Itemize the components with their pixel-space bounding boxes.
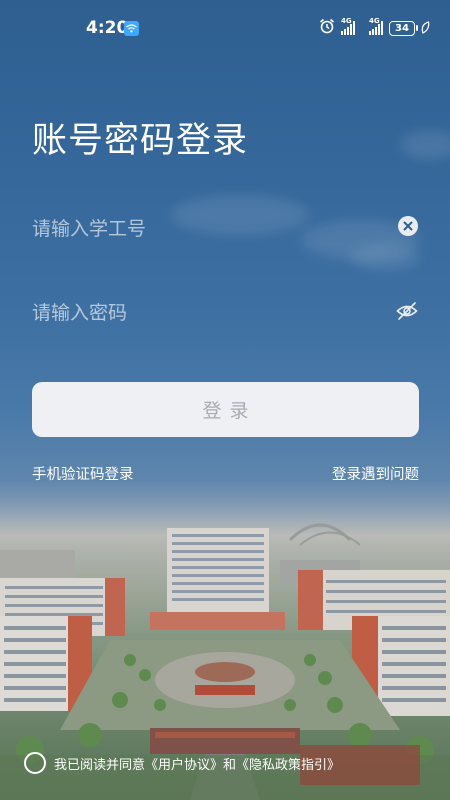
network-type: 4G: [369, 17, 380, 25]
network-type: 4G: [341, 17, 352, 25]
leaf-icon: [421, 19, 430, 38]
agreement-row: 我已阅读并同意 《用户协议》 和 《隐私政策指引》: [24, 751, 340, 775]
eye-off-icon[interactable]: [396, 301, 420, 321]
cloud-decoration: [400, 130, 450, 160]
battery-level: 34: [395, 22, 409, 34]
page-title: 账号密码登录: [32, 121, 249, 161]
sms-login-link[interactable]: 手机验证码登录: [32, 463, 134, 484]
wifi-icon: [124, 21, 139, 36]
signal-icon: 4G: [369, 17, 383, 35]
login-button[interactable]: 登录: [32, 382, 419, 437]
alarm-icon: [319, 18, 335, 38]
status-indicators: 4G 4G 34: [319, 17, 430, 38]
account-input[interactable]: [32, 209, 372, 249]
privacy-policy-link[interactable]: 《隐私政策指引》: [236, 754, 340, 773]
agreement-prefix: 我已阅读并同意: [54, 757, 146, 773]
agreement-checkbox[interactable]: [24, 752, 46, 774]
account-field: [32, 209, 420, 249]
user-agreement-link[interactable]: 《用户协议》: [145, 754, 223, 773]
signal-icon: 4G: [341, 17, 355, 35]
password-input[interactable]: [32, 293, 372, 333]
agreement-conjunction: 和: [223, 757, 237, 773]
login-problem-link[interactable]: 登录遇到问题: [332, 463, 419, 484]
password-field: [32, 293, 420, 333]
status-bar: 4:20 4G 4G 34: [0, 0, 450, 56]
status-time: 4:20: [86, 18, 129, 38]
battery-icon: 34: [389, 20, 418, 36]
login-screen: 4:20 4G 4G 34 账号密码登录 请输入学工号 登录 手机验证码登录 登…: [0, 0, 450, 800]
clear-icon[interactable]: [398, 216, 418, 236]
